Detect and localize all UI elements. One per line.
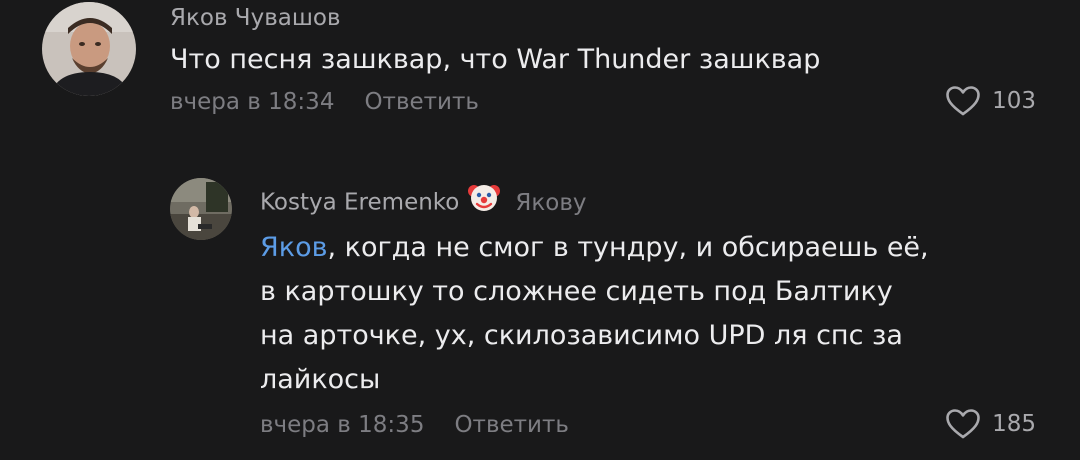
- reply-to-link[interactable]: Якову: [515, 190, 586, 216]
- comment-time: вчера в 18:35: [260, 412, 425, 438]
- reply-button[interactable]: Ответить: [364, 89, 479, 115]
- heart-icon: [946, 409, 980, 439]
- comment-time: вчера в 18:34: [170, 89, 335, 115]
- avatar-photo: [42, 2, 136, 96]
- author-name[interactable]: Kostya Eremenko: [260, 190, 459, 216]
- comment-text: Что песня зашквар, что War Thunder зашкв…: [170, 44, 821, 75]
- comment-author: Kostya Eremenko Якову: [260, 185, 587, 220]
- comment-text: Яков, когда не смог в тундру, и обсираеш…: [260, 226, 1060, 402]
- avatar[interactable]: [170, 178, 232, 240]
- like-button[interactable]: 185: [946, 409, 1036, 439]
- avatar-photo: [170, 178, 232, 240]
- like-count: 103: [992, 88, 1036, 114]
- avatar[interactable]: [42, 2, 136, 96]
- comment-meta: вчера в 18:35 Ответить: [260, 412, 569, 438]
- comment-line: лайкосы: [260, 364, 381, 395]
- comment-author[interactable]: Яков Чувашов: [170, 5, 341, 31]
- like-button[interactable]: 103: [946, 86, 1036, 116]
- comment-line: Яков, когда не смог в тундру, и обсираеш…: [260, 232, 929, 263]
- comment-line: в картошку то сложнее сидеть под Балтику: [260, 276, 893, 307]
- mention-link[interactable]: Яков: [260, 232, 328, 263]
- heart-icon: [946, 86, 980, 116]
- like-count: 185: [992, 411, 1036, 437]
- clown-face-icon: [467, 180, 501, 220]
- reply-button[interactable]: Ответить: [454, 412, 569, 438]
- comment-line: на арточке, ух, скилозависимо UPD ля спс…: [260, 320, 903, 351]
- comment-meta: вчера в 18:34 Ответить: [170, 89, 479, 115]
